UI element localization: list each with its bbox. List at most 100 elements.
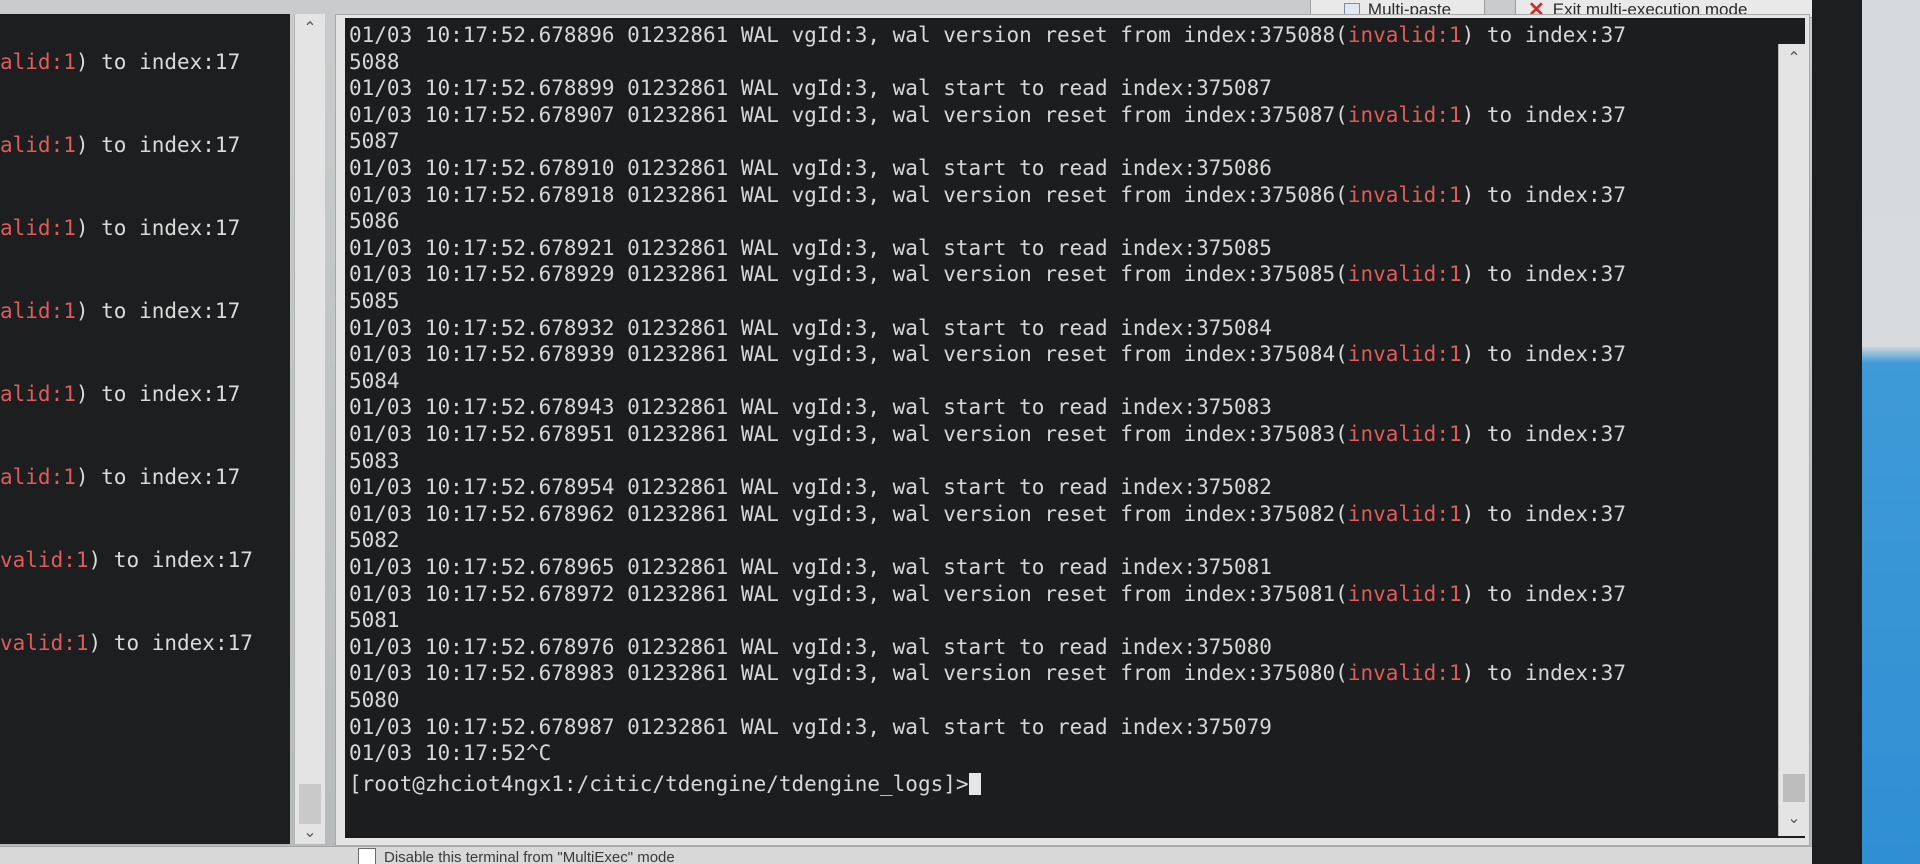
- terminal-line: 01/03 10:17:52.678896 01232861 WAL vgId:…: [349, 22, 1626, 48]
- highlight-text: invalid:1: [1347, 342, 1462, 367]
- left-terminal-scrollbar[interactable]: ⌃ ⌄: [294, 14, 325, 844]
- line-text: 01/03 10:17:52.678987 01232861 WAL vgId:…: [349, 714, 1272, 739]
- chevron-up-icon[interactable]: ⌃: [1779, 48, 1809, 67]
- terminal-line: 01/03 10:17:52.678943 01232861 WAL vgId:…: [349, 394, 1272, 420]
- line-text-tail: ) to index:37: [1461, 23, 1626, 47]
- line-text: 01/03 10:17:52.678954 01232861 WAL vgId:…: [349, 475, 1272, 500]
- line-text: 01/03 10:17:52.678965 01232861 WAL vgId:…: [349, 555, 1272, 579]
- line-text: 01/03 10:17:52.678962 01232861 WAL vgId:…: [349, 501, 1348, 526]
- line-text: 01/03 10:17:52^C: [349, 741, 552, 766]
- line-text: ) to index:17: [75, 299, 241, 323]
- terminal-line: 5081: [349, 607, 400, 633]
- line-text: 5080: [349, 688, 400, 712]
- line-text-tail: ) to index:37: [1461, 182, 1626, 207]
- line-text: 01/03 10:17:52.678918 01232861 WAL vgId:…: [349, 182, 1348, 207]
- line-text: ) to index:17: [75, 465, 241, 489]
- highlight-text: valid:1: [0, 631, 89, 655]
- terminal-line: 5083: [349, 448, 400, 474]
- monitor-bezel: [1812, 0, 1862, 864]
- line-text: ) to index:17: [75, 216, 241, 240]
- highlight-text: alid:1: [0, 465, 76, 489]
- line-text: 01/03 10:17:52.678896 01232861 WAL vgId:…: [349, 23, 1348, 47]
- main-terminal[interactable]: 01/03 10:17:52.678896 01232861 WAL vgId:…: [345, 18, 1805, 838]
- shell-prompt[interactable]: [root@zhciot4ngx1:/citic/tdengine/tdengi…: [349, 771, 981, 797]
- highlight-text: invalid:1: [1347, 581, 1462, 606]
- line-text: 01/03 10:17:52.678921 01232861 WAL vgId:…: [349, 235, 1272, 260]
- line-text: 5087: [349, 129, 400, 154]
- terminal-line: 5085: [349, 288, 400, 314]
- prompt-text: [root@zhciot4ngx1:/citic/tdengine/tdengi…: [349, 771, 969, 796]
- left-scrollbar-thumb[interactable]: [299, 784, 321, 824]
- highlight-text: invalid:1: [1347, 182, 1462, 207]
- terminal-line: 01/03 10:17:52.678910 01232861 WAL vgId:…: [349, 155, 1272, 181]
- line-text-tail: ) to index:37: [1461, 342, 1626, 367]
- line-text: 01/03 10:17:52.678899 01232861 WAL vgId:…: [349, 76, 1272, 101]
- terminal-line: 01/03 10:17:52.678939 01232861 WAL vgId:…: [349, 341, 1626, 367]
- line-text: 5088: [349, 49, 400, 74]
- terminal-cursor: [968, 772, 981, 795]
- highlight-text: alid:1: [0, 50, 76, 74]
- terminal-line: 01/03 10:17:52.678965 01232861 WAL vgId:…: [349, 554, 1272, 580]
- terminal-line: 01/03 10:17:52.678951 01232861 WAL vgId:…: [349, 421, 1626, 447]
- chevron-down-icon[interactable]: ⌄: [1779, 808, 1809, 827]
- line-text: 01/03 10:17:52.678983 01232861 WAL vgId:…: [349, 661, 1348, 686]
- terminal-line: 01/03 10:17:52.678962 01232861 WAL vgId:…: [349, 501, 1626, 527]
- highlight-text: invalid:1: [1347, 23, 1462, 47]
- line-text: 01/03 10:17:52.678972 01232861 WAL vgId:…: [349, 581, 1348, 606]
- highlight-text: alid:1: [0, 382, 76, 406]
- main-scrollbar-thumb[interactable]: [1783, 774, 1805, 802]
- line-text-tail: ) to index:37: [1461, 501, 1626, 526]
- main-terminal-scrollbar[interactable]: ⌃ ⌄: [1778, 44, 1809, 836]
- terminal-line: 01/03 10:17:52^C: [349, 740, 551, 766]
- chevron-up-icon[interactable]: ⌃: [295, 18, 325, 37]
- line-text-tail: ) to index:37: [1461, 581, 1626, 606]
- line-text: 5081: [349, 608, 400, 633]
- terminal-line: 5084: [349, 368, 400, 394]
- line-text: ) to index:17: [88, 548, 253, 572]
- line-text: 5082: [349, 528, 400, 553]
- disable-multiexec-label: Disable this terminal from "MultiExec" m…: [384, 848, 675, 864]
- terminal-line: 01/03 10:17:52.678929 01232861 WAL vgId:…: [349, 261, 1626, 287]
- highlight-text: alid:1: [0, 133, 76, 157]
- line-text-tail: ) to index:37: [1461, 661, 1626, 686]
- terminal-line: 5088: [349, 49, 400, 75]
- line-text: 5086: [349, 209, 400, 234]
- highlight-text: alid:1: [0, 216, 76, 240]
- left-terminal-line: alid:1) to index:17: [0, 299, 240, 323]
- left-terminal[interactable]: alid:1) to index:17 alid:1) to index:17 al…: [0, 14, 290, 844]
- disable-multiexec-checkbox[interactable]: [358, 848, 376, 864]
- highlight-text: invalid:1: [1347, 661, 1462, 686]
- line-text: 01/03 10:17:52.678907 01232861 WAL vgId:…: [349, 102, 1348, 127]
- left-terminal-line: alid:1) to index:17: [0, 216, 240, 240]
- highlight-text: alid:1: [0, 299, 76, 323]
- terminal-line: 01/03 10:17:52.678932 01232861 WAL vgId:…: [349, 315, 1272, 341]
- chevron-down-icon[interactable]: ⌄: [295, 822, 325, 841]
- line-text: ) to index:17: [75, 133, 241, 157]
- left-terminal-line: alid:1) to index:17: [0, 50, 240, 74]
- line-text: 5083: [349, 448, 400, 473]
- highlight-text: valid:1: [0, 548, 89, 572]
- terminal-line: 01/03 10:17:52.678976 01232861 WAL vgId:…: [349, 634, 1272, 660]
- line-text-tail: ) to index:37: [1461, 262, 1626, 287]
- terminal-line: 01/03 10:17:52.678918 01232861 WAL vgId:…: [349, 182, 1626, 208]
- left-terminal-line: alid:1) to index:17: [0, 133, 240, 157]
- line-text: 01/03 10:17:52.678943 01232861 WAL vgId:…: [349, 395, 1272, 420]
- line-text: 5084: [349, 368, 400, 393]
- terminal-line: 01/03 10:17:52.678921 01232861 WAL vgId:…: [349, 235, 1272, 261]
- left-terminal-line: alid:1) to index:17: [0, 382, 240, 406]
- terminal-line: 01/03 10:17:52.678907 01232861 WAL vgId:…: [349, 102, 1626, 128]
- line-text: 01/03 10:17:52.678910 01232861 WAL vgId:…: [349, 156, 1272, 180]
- line-text-tail: ) to index:37: [1461, 422, 1626, 446]
- highlight-text: invalid:1: [1347, 262, 1462, 287]
- line-text: 01/03 10:17:52.678939 01232861 WAL vgId:…: [349, 342, 1348, 367]
- left-terminal-line: alid:1) to index:17: [0, 465, 240, 489]
- terminal-line: 01/03 10:17:52.678899 01232861 WAL vgId:…: [349, 75, 1272, 101]
- terminal-line: 5082: [349, 527, 400, 553]
- highlight-text: invalid:1: [1347, 501, 1462, 526]
- terminal-line: 5086: [349, 208, 400, 234]
- terminal-line: 01/03 10:17:52.678972 01232861 WAL vgId:…: [349, 581, 1626, 607]
- multiexec-option[interactable]: Disable this terminal from "MultiExec" m…: [358, 848, 675, 864]
- terminal-line: 5080: [349, 687, 400, 713]
- line-text: 01/03 10:17:52.678932 01232861 WAL vgId:…: [349, 315, 1272, 340]
- background-wall: [1862, 0, 1920, 864]
